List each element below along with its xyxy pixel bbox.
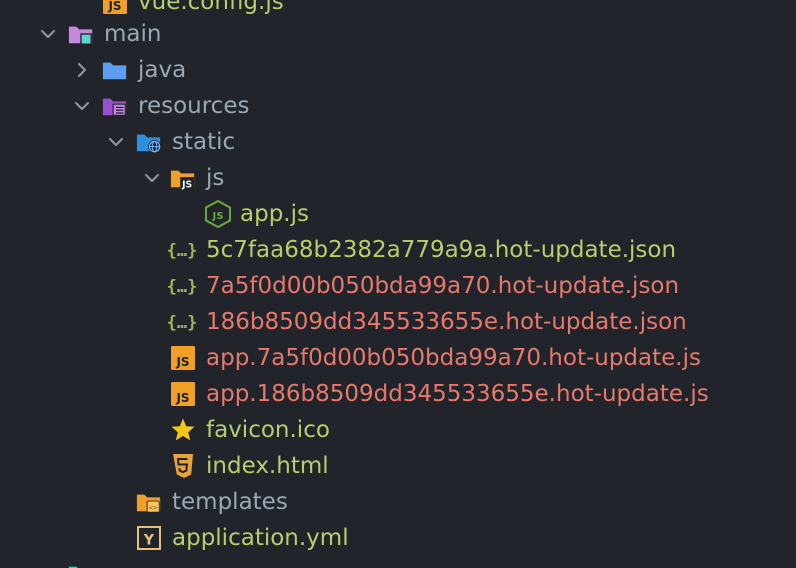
folder-main-icon bbox=[68, 26, 93, 45]
tree-folder-templates[interactable]: <> templates bbox=[0, 484, 796, 520]
json-icon bbox=[166, 309, 198, 335]
tree-folder-resources[interactable]: resources bbox=[0, 88, 796, 124]
star-icon bbox=[171, 418, 195, 441]
yaml-icon: Y bbox=[137, 526, 161, 550]
folder-js-icon: JS bbox=[170, 170, 195, 190]
tree-item-index-html[interactable]: index.html bbox=[0, 448, 796, 484]
js-file-icon bbox=[102, 0, 128, 15]
chevron-down-icon[interactable] bbox=[38, 564, 58, 568]
tree-item-json-2[interactable]: 7a5f0d00b050bda99a70.hot-update.json bbox=[0, 268, 796, 304]
chevron-down-icon[interactable] bbox=[106, 132, 126, 152]
svg-text:<>: <> bbox=[149, 503, 158, 512]
tree-folder-static[interactable]: static bbox=[0, 124, 796, 160]
tree-item-hot-update-js-2[interactable]: app.186b8509dd345533655e.hot-update.js bbox=[0, 376, 796, 412]
tree-item-hot-update-js-1[interactable]: app.7a5f0d00b050bda99a70.hot-update.js bbox=[0, 340, 796, 376]
folder-static-web-icon bbox=[136, 134, 162, 154]
project-file-tree: vue.config.js main java resources static… bbox=[0, 0, 796, 568]
folder-templates-icon: <> bbox=[136, 494, 161, 513]
html5-icon bbox=[173, 454, 193, 478]
tree-item-application-yml[interactable]: Y application.yml bbox=[0, 520, 796, 556]
svg-text:JS: JS bbox=[212, 211, 224, 222]
nodejs-icon: JS bbox=[205, 200, 231, 228]
chevron-down-icon[interactable] bbox=[72, 96, 92, 116]
tree-folder-main[interactable]: main bbox=[0, 16, 796, 52]
js-file-icon bbox=[170, 345, 196, 371]
tree-item-json-1[interactable]: 5c7faa68b2382a779a9a.hot-update.json bbox=[0, 232, 796, 268]
chevron-down-icon[interactable] bbox=[142, 168, 162, 188]
tree-item-favicon[interactable]: favicon.ico bbox=[0, 412, 796, 448]
svg-text:JS: JS bbox=[181, 179, 192, 190]
json-icon bbox=[166, 273, 198, 299]
tree-item-json-3[interactable]: 186b8509dd345533655e.hot-update.json bbox=[0, 304, 796, 340]
folder-icon bbox=[68, 566, 78, 568]
tree-folder-js[interactable]: JS js bbox=[0, 160, 796, 196]
tree-folder-java[interactable]: java bbox=[0, 52, 796, 88]
chevron-down-icon[interactable] bbox=[38, 24, 58, 44]
js-file-icon bbox=[170, 381, 196, 407]
folder-java-icon bbox=[102, 62, 127, 80]
svg-text:Y: Y bbox=[143, 533, 155, 549]
tree-folder-next[interactable] bbox=[0, 556, 796, 568]
folder-resources-icon bbox=[102, 98, 127, 116]
json-icon bbox=[166, 237, 198, 263]
chevron-right-icon[interactable] bbox=[72, 60, 92, 80]
tree-item-app-js[interactable]: JS app.js bbox=[0, 196, 796, 232]
